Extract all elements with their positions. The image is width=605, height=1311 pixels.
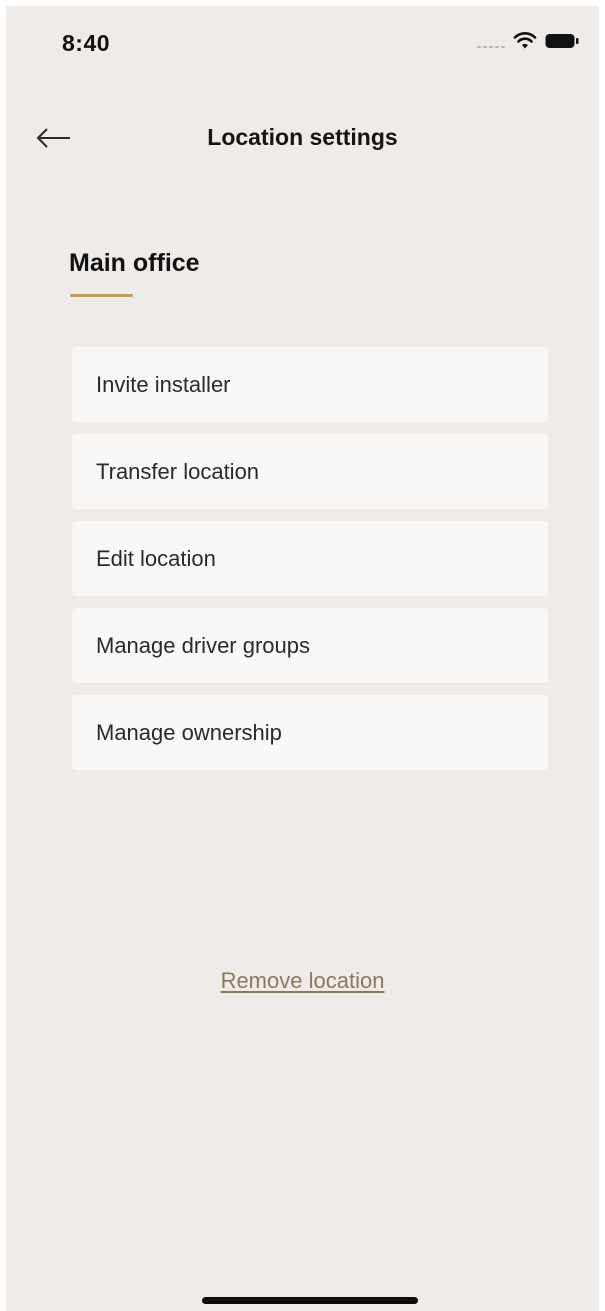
page-title: Location settings: [207, 124, 398, 150]
battery-icon: [545, 34, 579, 48]
menu-item-manage-ownership[interactable]: Manage ownership: [72, 695, 548, 770]
menu-item-label: Invite installer: [96, 371, 231, 397]
navigation-bar: Location settings: [6, 110, 599, 166]
menu-item-label: Manage ownership: [96, 719, 282, 745]
menu-item-edit-location[interactable]: Edit location: [72, 521, 548, 596]
signal-dots-icon: [477, 34, 505, 48]
menu-item-manage-driver-groups[interactable]: Manage driver groups: [72, 608, 548, 683]
status-bar: 8:40: [6, 6, 599, 86]
menu-item-label: Edit location: [96, 545, 216, 571]
menu-item-label: Transfer location: [96, 458, 260, 484]
title-underline: [70, 294, 133, 297]
menu-item-invite-installer[interactable]: Invite installer: [72, 347, 548, 422]
wifi-icon: [513, 32, 537, 49]
menu-item-label: Manage driver groups: [96, 632, 311, 658]
menu-item-transfer-location[interactable]: Transfer location: [72, 434, 548, 509]
home-indicator: [202, 1297, 418, 1304]
status-icons: [477, 32, 579, 50]
remove-location-link[interactable]: Remove location: [221, 968, 385, 993]
status-time: 8:40: [62, 30, 111, 56]
remove-location-container: Remove location: [6, 968, 599, 994]
location-settings-screen: 8:40 Location settings Main office Invit…: [6, 6, 599, 1311]
settings-menu-list: Invite installer Transfer location Edit …: [72, 347, 548, 782]
section-title: Main office: [69, 249, 200, 277]
